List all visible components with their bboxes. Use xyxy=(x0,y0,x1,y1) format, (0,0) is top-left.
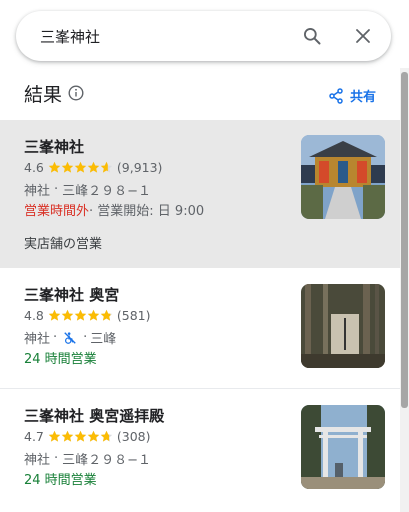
review-count: (581) xyxy=(116,308,151,323)
star-icon xyxy=(100,309,113,321)
review-count: (308) xyxy=(116,429,151,444)
results-title: 結果 xyxy=(24,84,63,106)
separator: · xyxy=(54,451,59,466)
scrollbar-thumb[interactable] xyxy=(401,72,408,408)
hours-row: 営業時間外 · 営業開始: 日 9:00 xyxy=(24,200,204,219)
service-option: 実店舗の営業 xyxy=(24,237,103,252)
separator: · xyxy=(53,330,58,345)
star-icon xyxy=(74,430,87,442)
address: 三峰 xyxy=(90,332,117,347)
opening-time: · 営業開始: 日 9:00 xyxy=(89,204,205,219)
result-card[interactable]: 三峯神社 奥宮 4.8 (581) 神社 · · 三峰 24 時間営業 xyxy=(0,268,400,389)
place-name[interactable]: 三峯神社 奥宮 xyxy=(24,284,119,305)
separator: · xyxy=(54,182,59,197)
rating-value: 4.6 xyxy=(24,160,44,175)
star-icon xyxy=(74,309,87,321)
status-closed: 営業時間外 xyxy=(24,204,90,219)
place-name[interactable]: 三峯神社 奥宮遥拝殿 xyxy=(24,405,164,426)
info-icon[interactable] xyxy=(68,85,84,101)
star-icon xyxy=(100,161,113,173)
place-photo[interactable] xyxy=(301,405,385,489)
star-icon xyxy=(74,161,87,173)
star-icon xyxy=(48,161,61,173)
status-open: 24 時間営業 xyxy=(24,352,97,367)
search-bar xyxy=(16,11,391,61)
rating-value: 4.8 xyxy=(24,308,44,323)
place-name[interactable]: 三峯神社 xyxy=(24,136,84,157)
rating-row: 4.8 (581) xyxy=(24,308,151,323)
star-icon xyxy=(87,309,100,321)
star-icon xyxy=(100,430,113,442)
category-address: 神社 · 三峰２９８−１ xyxy=(24,180,151,199)
category: 神社 xyxy=(24,332,51,347)
rating-value: 4.7 xyxy=(24,429,44,444)
review-count: (9,913) xyxy=(116,160,163,175)
hours-row: 24 時間営業 xyxy=(24,469,97,488)
place-photo[interactable] xyxy=(301,135,385,219)
scrollbar[interactable] xyxy=(400,68,409,512)
result-card[interactable]: 三峯神社 奥宮遥拝殿 4.7 (308) 神社 · 三峰２９８−１ 24 時間営… xyxy=(0,389,400,512)
results-header: 結果 共有 xyxy=(24,80,384,108)
category-address: 神社 · 三峰２９８−１ xyxy=(24,449,151,468)
star-rating xyxy=(48,430,113,443)
rating-row: 4.6 (9,913) xyxy=(24,160,162,175)
share-label: 共有 xyxy=(350,90,377,105)
hours-row: 24 時間営業 xyxy=(24,348,97,367)
separator: · xyxy=(83,330,88,345)
star-icon xyxy=(61,430,74,442)
category: 神社 xyxy=(24,453,51,468)
share-icon xyxy=(329,87,343,104)
search-icon[interactable] xyxy=(300,24,324,48)
category: 神社 xyxy=(24,184,51,199)
no-wheelchair-icon xyxy=(64,331,76,344)
address: 三峰２９８−１ xyxy=(62,184,152,199)
star-rating xyxy=(48,309,113,322)
star-icon xyxy=(87,161,100,173)
status-open: 24 時間営業 xyxy=(24,473,97,488)
close-icon[interactable] xyxy=(351,24,375,48)
star-icon xyxy=(87,430,100,442)
share-button[interactable]: 共有 xyxy=(328,86,376,105)
star-icon xyxy=(61,309,74,321)
star-icon xyxy=(61,161,74,173)
star-icon xyxy=(48,309,61,321)
result-card[interactable]: 三峯神社 4.6 (9,913) 神社 · 三峰２９８−１ 営業時間外 · 営業… xyxy=(0,120,400,268)
place-photo[interactable] xyxy=(301,284,385,368)
address: 三峰２９８−１ xyxy=(62,453,152,468)
star-rating xyxy=(48,161,113,174)
rating-row: 4.7 (308) xyxy=(24,429,151,444)
star-icon xyxy=(48,430,61,442)
search-input[interactable] xyxy=(40,24,280,48)
category-address: 神社 · · 三峰 xyxy=(24,328,116,347)
